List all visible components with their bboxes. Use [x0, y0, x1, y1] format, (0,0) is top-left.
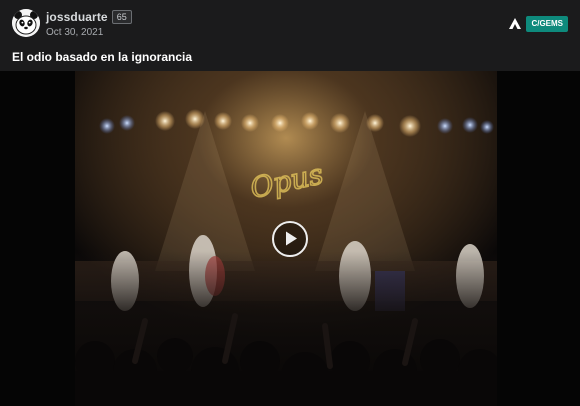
- username-row: jossduarte 65: [46, 10, 132, 24]
- username-link[interactable]: jossduarte: [46, 10, 108, 24]
- video-player[interactable]: Opus: [0, 71, 580, 406]
- post-title[interactable]: El odio basado en la ignorancia: [12, 50, 192, 64]
- community-logo-icon: [509, 18, 522, 29]
- post-date: Oct 30, 2021: [46, 27, 104, 38]
- panda-icon: [12, 9, 40, 37]
- user-avatar[interactable]: [12, 9, 40, 37]
- post-header: jossduarte 65 Oct 30, 2021 C/GEMS: [0, 0, 580, 46]
- post-card: jossduarte 65 Oct 30, 2021 C/GEMS El odi…: [0, 0, 580, 406]
- user-level-badge: 65: [111, 10, 132, 24]
- play-button[interactable]: [272, 221, 308, 257]
- community-badge[interactable]: C/GEMS: [526, 16, 568, 32]
- user-meta: jossduarte 65 Oct 30, 2021: [46, 10, 132, 38]
- community-tag[interactable]: C/GEMS: [508, 16, 568, 32]
- play-icon: [286, 231, 297, 246]
